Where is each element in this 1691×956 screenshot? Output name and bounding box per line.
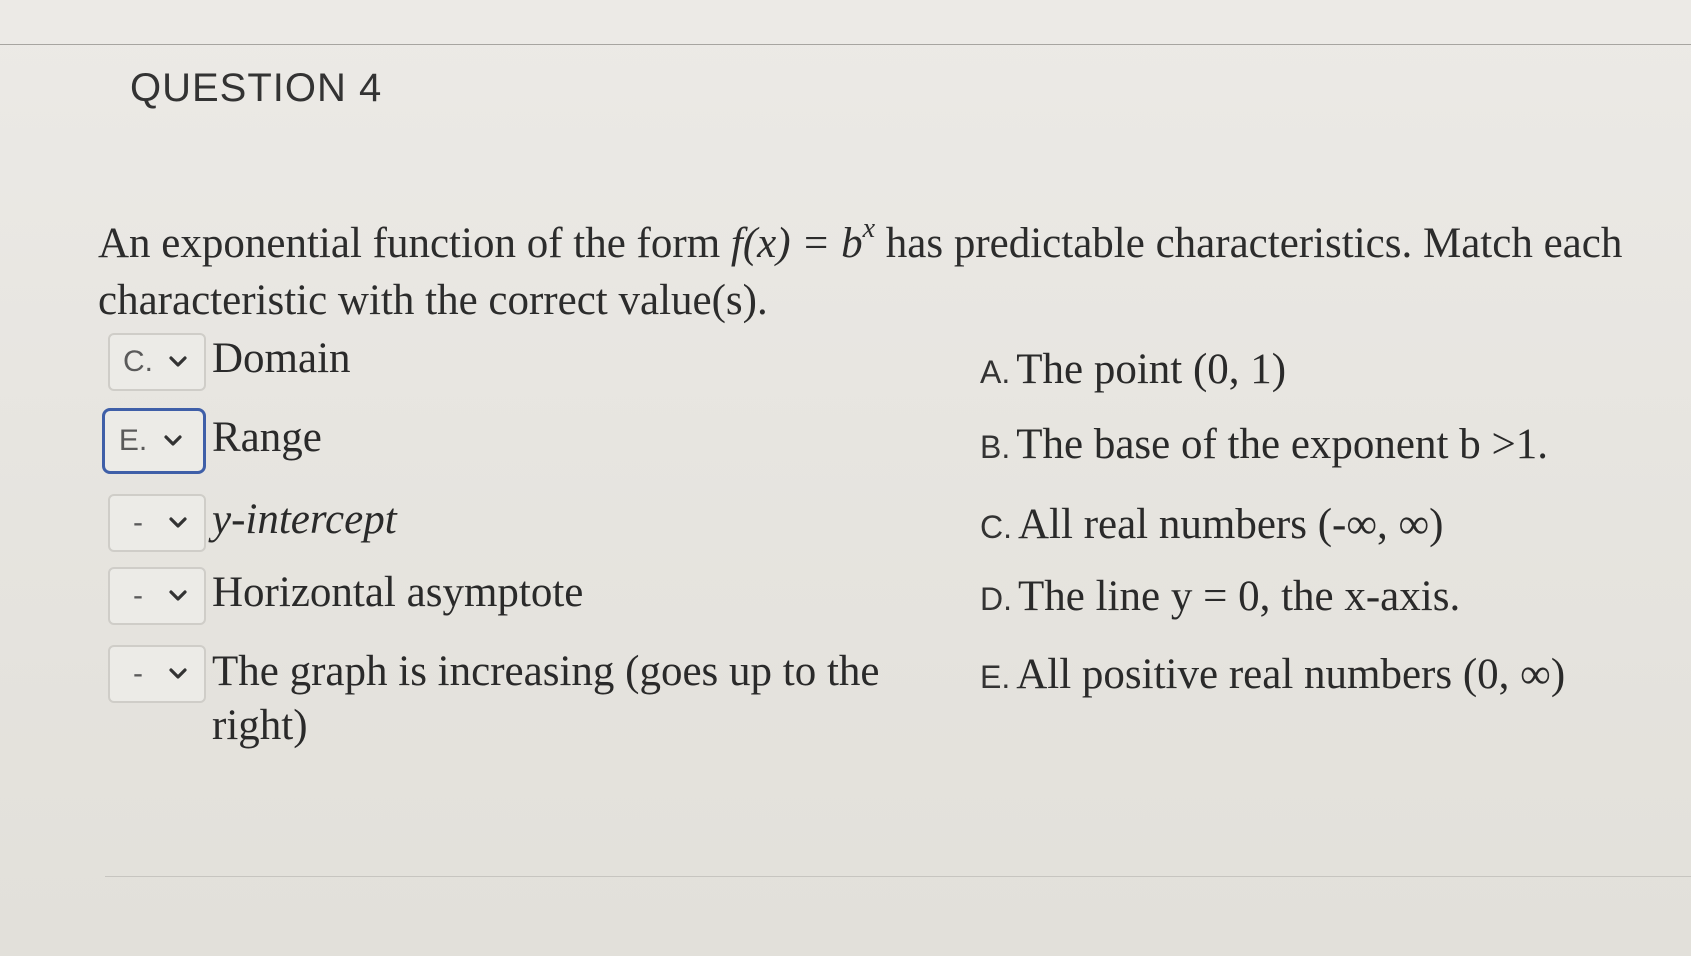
quiz-page: QUESTION 4 An exponential function of th… xyxy=(0,0,1691,956)
answer-text: The point (0, 1) xyxy=(1016,346,1287,393)
answer-option-d: D. The line y = 0, the x-axis. xyxy=(980,572,1460,621)
select-value: - xyxy=(133,579,143,612)
match-row-horizontal-asymptote: - Horizontal asymptote xyxy=(108,567,583,625)
answer-select-domain[interactable]: C. xyxy=(108,333,206,391)
answer-option-e: E. All positive real numbers (0, ∞) xyxy=(980,650,1565,699)
chevron-down-icon xyxy=(161,429,185,453)
prompt-text: An exponential function of the form xyxy=(98,220,731,267)
term-label: y-intercept xyxy=(212,496,397,543)
match-row-domain: C. Domain xyxy=(108,333,351,391)
match-row-y-intercept: - y-intercept xyxy=(108,494,397,552)
answer-option-c: C. All real numbers (-∞, ∞) xyxy=(980,500,1444,549)
chevron-down-icon xyxy=(166,511,190,535)
answer-text: All positive real numbers (0, ∞) xyxy=(1016,651,1566,698)
answer-select-y-intercept[interactable]: - xyxy=(108,494,206,552)
term-label: Horizontal asymptote xyxy=(212,569,584,616)
question-heading: QUESTION 4 xyxy=(130,66,383,110)
answer-text: All real numbers (-∞, ∞) xyxy=(1018,501,1444,548)
term-label: The graph is increasing (goes up to the … xyxy=(212,648,880,749)
answer-text: The base of the exponent b >1. xyxy=(1016,421,1548,468)
answer-option-a: A. The point (0, 1) xyxy=(980,345,1286,394)
answer-letter: C. xyxy=(980,509,1012,545)
answer-letter: E. xyxy=(980,659,1011,695)
answer-select-horizontal-asymptote[interactable]: - xyxy=(108,567,206,625)
answer-text: The line y = 0, the x-axis. xyxy=(1018,573,1461,620)
prompt-line-1: An exponential function of the form f(x)… xyxy=(98,200,1691,272)
answer-letter: B. xyxy=(980,429,1011,465)
prompt-line-2: characteristic with the correct value(s)… xyxy=(98,277,768,324)
answer-letter: D. xyxy=(980,581,1012,617)
prompt-exponent: x xyxy=(862,213,876,244)
prompt-text: has predictable characteristics. Match e… xyxy=(875,220,1623,267)
term-label: Range xyxy=(212,414,322,461)
term-label: Domain xyxy=(212,335,351,382)
chevron-down-icon xyxy=(166,350,190,374)
chevron-down-icon xyxy=(166,584,190,608)
prompt-formula: f(x) = b xyxy=(730,220,863,267)
answer-letter: A. xyxy=(980,354,1011,390)
top-divider xyxy=(0,44,1691,45)
match-row-range: E. Range xyxy=(102,408,322,474)
match-row-graph-increasing: - The graph is increasing (goes up to th… xyxy=(108,645,952,753)
select-value: - xyxy=(133,506,143,539)
answer-select-range[interactable]: E. xyxy=(102,408,206,474)
answer-option-b: B. The base of the exponent b >1. xyxy=(980,420,1548,469)
select-value: - xyxy=(133,657,143,690)
chevron-down-icon xyxy=(166,662,190,686)
answer-select-graph-increasing[interactable]: - xyxy=(108,645,206,703)
select-value: C. xyxy=(123,345,153,378)
select-value: E. xyxy=(118,424,148,457)
bottom-divider xyxy=(105,876,1691,877)
question-prompt: An exponential function of the form f(x)… xyxy=(98,200,1691,329)
